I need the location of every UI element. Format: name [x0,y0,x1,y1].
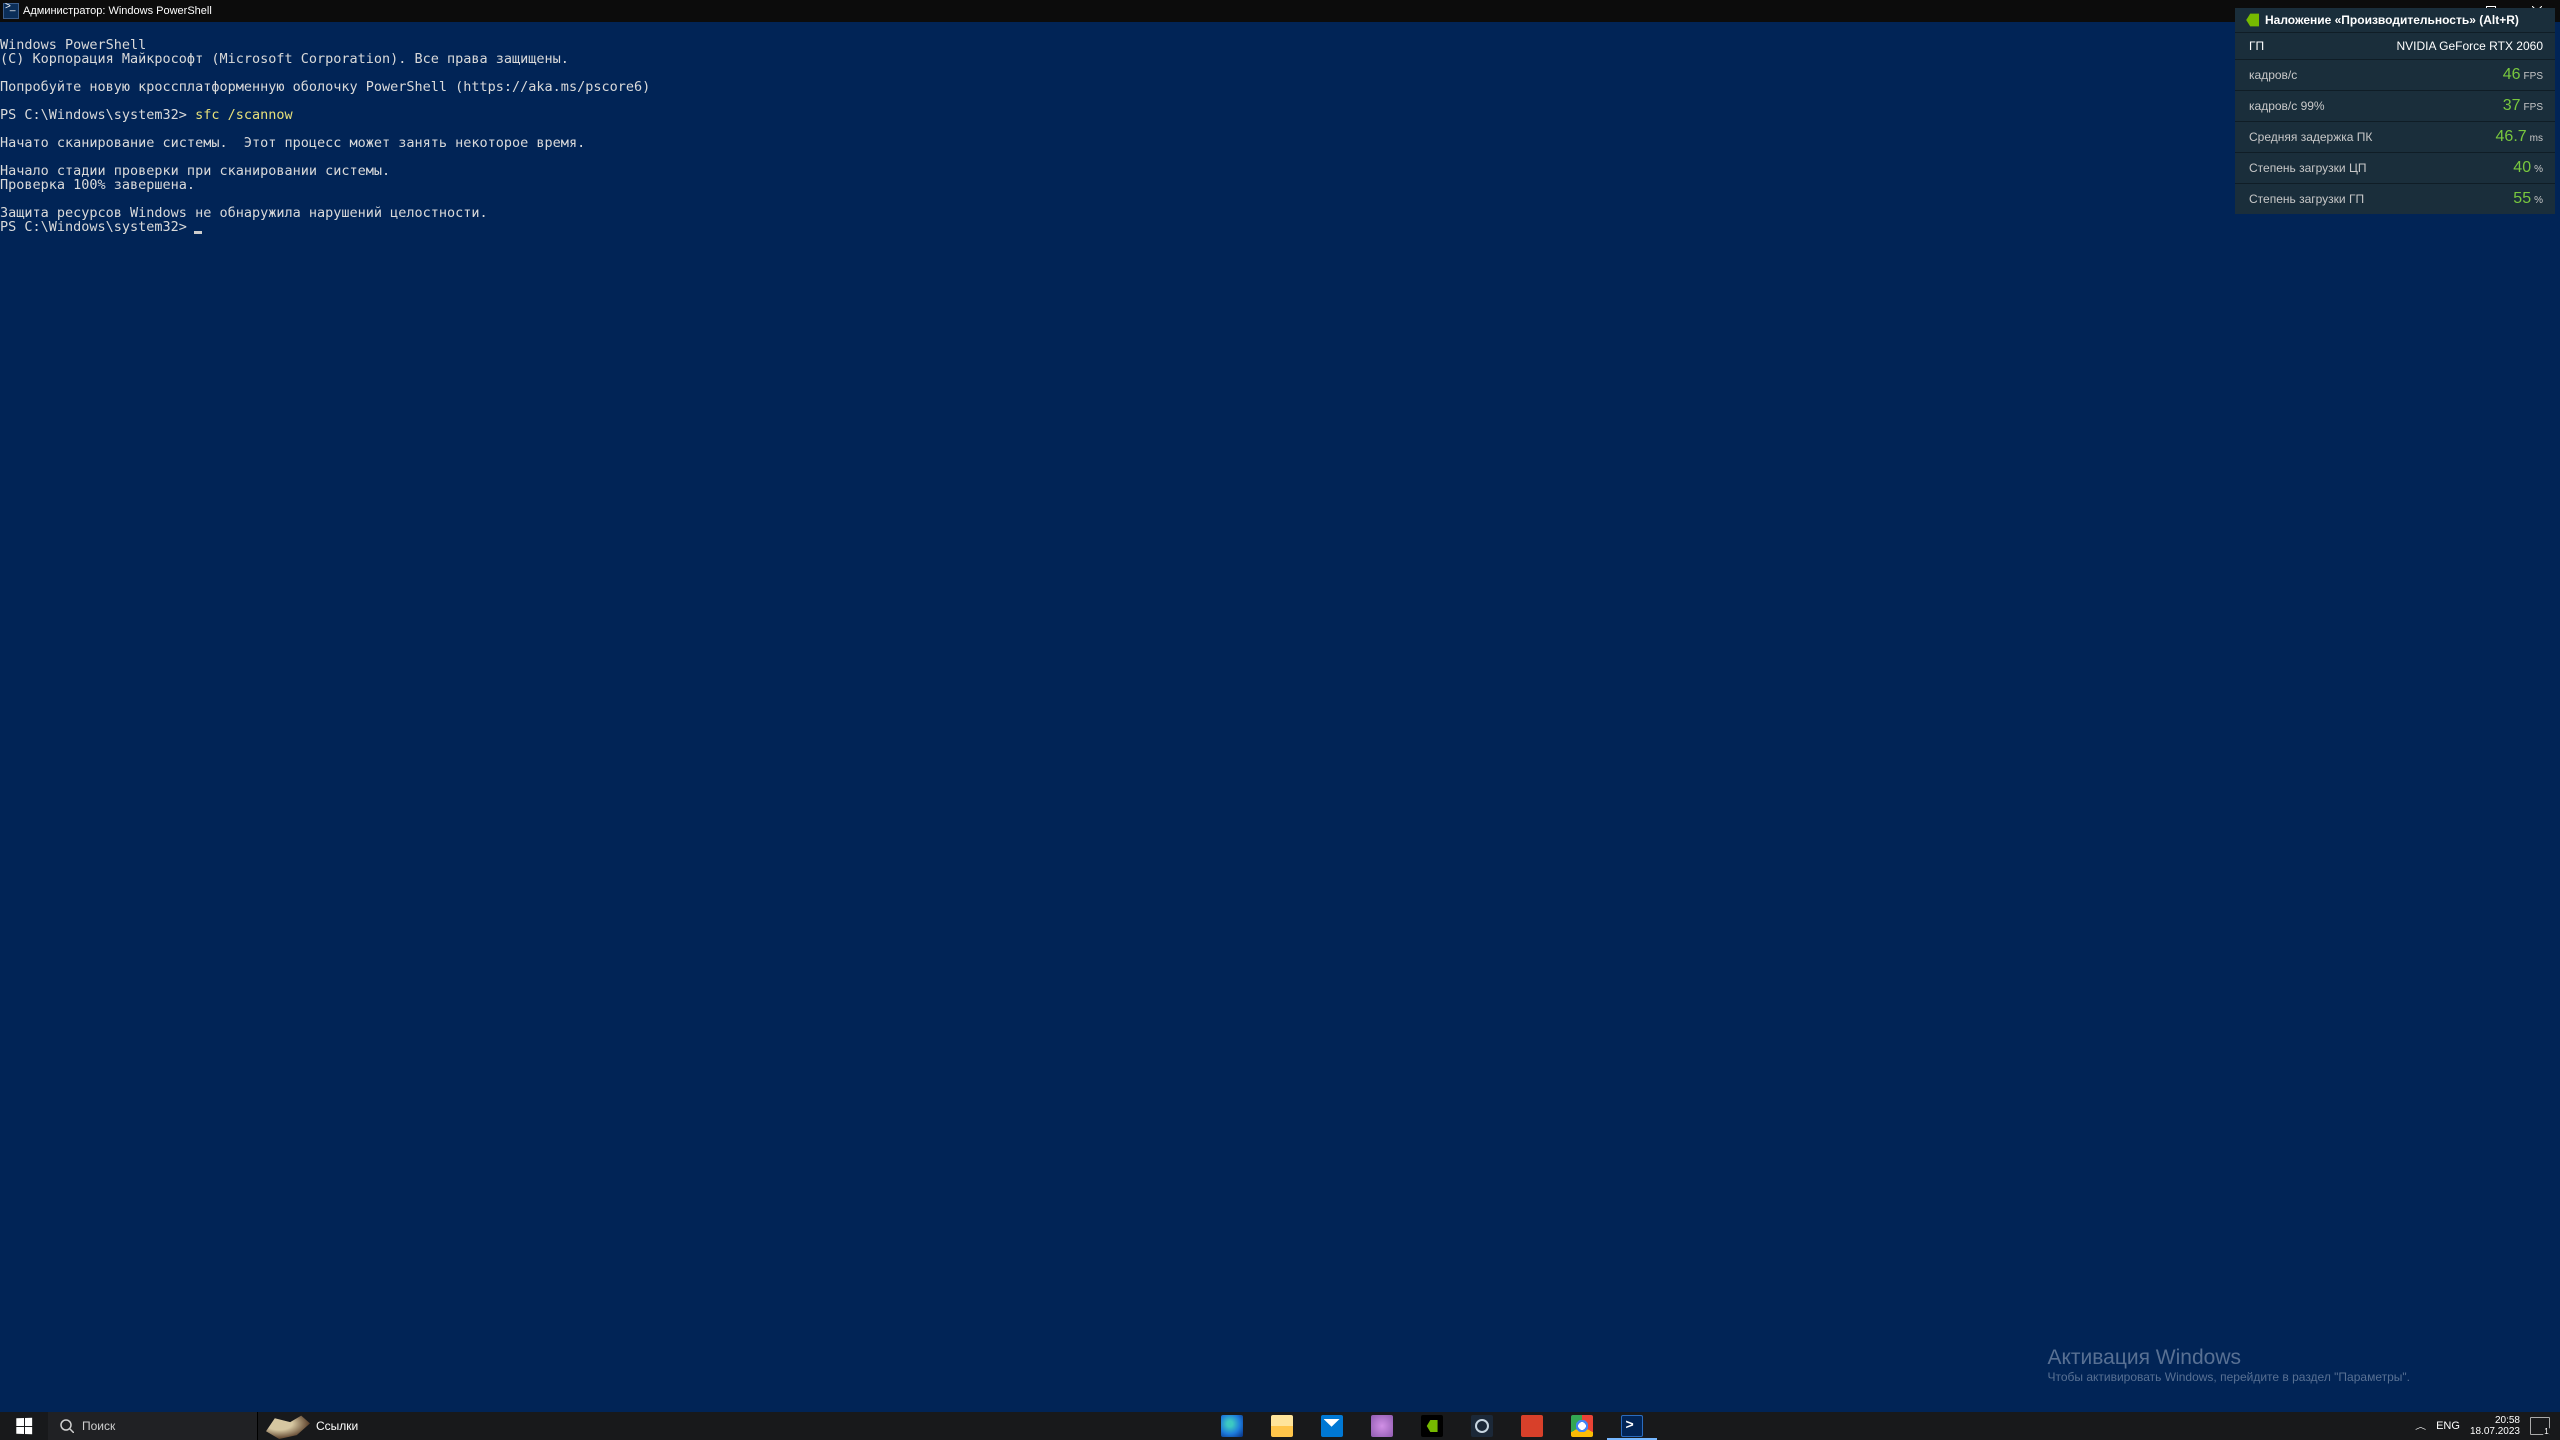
search-placeholder: Поиск [82,1419,115,1433]
scan-complete-line: Проверка 100% завершена. [0,177,195,193]
overlay-metric-fps99: кадров/с 99% 37FPS [2235,90,2555,121]
taskbar-mail[interactable] [1307,1412,1357,1440]
start-button[interactable] [0,1412,48,1440]
taskbar-clock[interactable]: 20:58 18.07.2023 [2470,1415,2520,1437]
taskbar-app-purple[interactable] [1357,1412,1407,1440]
overlay-metric-latency: Средняя задержка ПК 46.7ms [2235,121,2555,152]
ps-prompt: PS C:\Windows\system32> [0,219,187,235]
watermark-heading: Активация Windows [2047,1346,2410,1370]
window-title: Администратор: Windows PowerShell [23,5,212,17]
nvidia-logo-icon [2243,12,2259,28]
taskbar-powershell[interactable] [1607,1412,1657,1440]
sfc-command: sfc /scannow [195,107,293,123]
tray-expand-icon[interactable]: ︿ [2415,1420,2426,1431]
links-label: Ссылки [316,1419,358,1433]
overlay-title: Наложение «Производительность» (Alt+R) [2265,13,2519,27]
windows-logo-icon [16,1418,32,1434]
clock-date: 18.07.2023 [2470,1426,2520,1437]
taskbar-links-pin[interactable]: Ссылки [258,1412,458,1440]
ps-tip-line: Попробуйте новую кроссплатформенную обол… [0,79,650,95]
taskbar-explorer[interactable] [1257,1412,1307,1440]
taskbar-steam[interactable] [1457,1412,1507,1440]
mail-icon [1321,1415,1343,1437]
system-tray: ︿ ENG 20:58 18.07.2023 [2405,1412,2560,1440]
scan-started-line: Начато сканирование системы. Этот процес… [0,135,585,151]
purple-app-icon [1371,1415,1393,1437]
chrome-icon [1571,1415,1593,1437]
nvidia-performance-overlay: Наложение «Производительность» (Alt+R) Г… [2235,8,2555,214]
terminal-output[interactable]: Windows PowerShell (C) Корпорация Майкро… [0,22,2560,1412]
taskbar-search[interactable]: Поиск [48,1412,258,1440]
taskbar-red-app[interactable] [1507,1412,1557,1440]
watermark-subtext: Чтобы активировать Windows, перейдите в … [2047,1370,2410,1384]
overlay-metric-fps: кадров/с 46FPS [2235,59,2555,90]
taskbar-nvidia[interactable] [1407,1412,1457,1440]
steam-icon [1471,1415,1493,1437]
eagle-icon [266,1413,310,1439]
overlay-header: Наложение «Производительность» (Alt+R) [2235,8,2555,32]
red-app-icon [1521,1415,1543,1437]
ps-copyright-line: (C) Корпорация Майкрософт (Microsoft Cor… [0,51,569,67]
taskbar: Поиск Ссылки ︿ ENG 20:58 18.07.2023 [0,1412,2560,1440]
powershell-taskbar-icon [1621,1415,1643,1437]
terminal-cursor [194,231,202,234]
overlay-metric-gpu: Степень загрузки ГП 55% [2235,183,2555,214]
file-explorer-icon [1271,1415,1293,1437]
taskbar-edge[interactable] [1207,1412,1257,1440]
gpu-name: NVIDIA GeForce RTX 2060 [2396,39,2543,53]
input-language[interactable]: ENG [2436,1420,2460,1432]
ps-prompt: PS C:\Windows\system32> [0,107,187,123]
overlay-gpu-row: ГП NVIDIA GeForce RTX 2060 [2235,32,2555,59]
activation-watermark: Активация Windows Чтобы активировать Win… [2047,1346,2410,1384]
search-icon [60,1419,74,1433]
taskbar-apps [458,1412,2405,1440]
edge-icon [1221,1415,1243,1437]
overlay-metric-cpu: Степень загрузки ЦП 40% [2235,152,2555,183]
action-center-icon[interactable] [2530,1417,2550,1435]
taskbar-chrome[interactable] [1557,1412,1607,1440]
window-titlebar: Администратор: Windows PowerShell [0,0,2560,22]
gpu-label: ГП [2249,39,2264,53]
powershell-icon [3,3,19,19]
clock-time: 20:58 [2470,1415,2520,1426]
nvidia-icon [1421,1415,1443,1437]
